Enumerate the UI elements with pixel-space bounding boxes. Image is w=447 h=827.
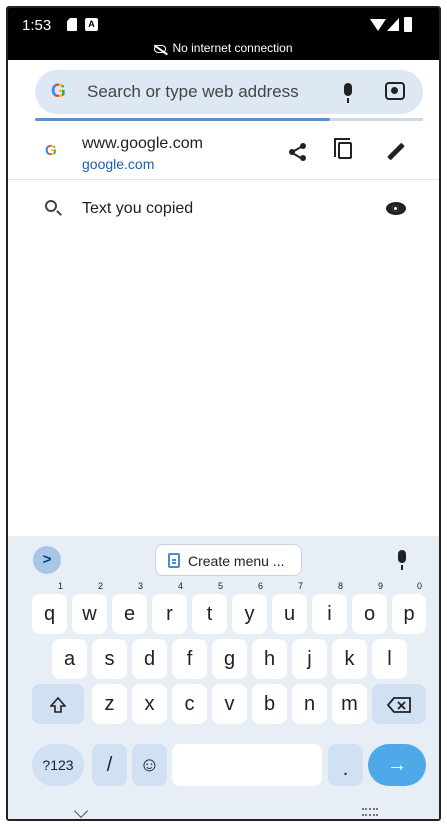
omnibox-input[interactable] (87, 80, 337, 104)
google-logo-icon: G (51, 81, 66, 102)
suggestion-copied-label: Text you copied (82, 200, 194, 217)
key-b[interactable]: b (252, 684, 287, 724)
key-o[interactable]: o9 (352, 582, 387, 634)
clipboard-icon (168, 553, 180, 568)
suggestion-url: google.com (82, 156, 155, 172)
status-bar: 1:53 A No internet connection (8, 8, 439, 60)
connection-status: No internet connection (8, 41, 439, 55)
cloud-off-icon (154, 44, 167, 53)
key-t[interactable]: t5 (192, 582, 227, 634)
search-icon (45, 200, 57, 212)
cell-signal-icon (387, 18, 399, 31)
shift-key[interactable] (32, 684, 84, 724)
backspace-icon (386, 696, 411, 713)
google-favicon-icon: G (45, 142, 57, 159)
clipboard-suggestion-chip[interactable]: Create menu ... (155, 544, 302, 576)
key-q[interactable]: q1 (32, 582, 67, 634)
connection-status-text: No internet connection (172, 41, 293, 55)
key-y[interactable]: y6 (232, 582, 267, 634)
edit-pencil-icon[interactable] (387, 142, 405, 161)
key-n[interactable]: n (292, 684, 327, 724)
key-w[interactable]: w2 (72, 582, 107, 634)
suggestion-google[interactable]: G www.google.com google.com (8, 126, 439, 180)
page-load-progress-track (330, 118, 423, 121)
key-l[interactable]: l (372, 639, 407, 679)
keyboard-nav-bar (8, 802, 439, 819)
chip-label: Create menu ... (188, 553, 285, 569)
emoji-icon: ☺ (139, 754, 160, 776)
key-z[interactable]: z (92, 684, 127, 724)
key-k[interactable]: k (332, 639, 367, 679)
keyboard-expand-button[interactable]: > (33, 546, 61, 574)
collapse-keyboard-icon[interactable] (73, 803, 89, 819)
key-m[interactable]: m (332, 684, 367, 724)
wifi-icon (370, 19, 386, 31)
shift-icon (50, 696, 66, 713)
key-g[interactable]: g (212, 639, 247, 679)
key-u[interactable]: u7 (272, 582, 307, 634)
key-p[interactable]: p0 (392, 582, 426, 634)
key-f[interactable]: f (172, 639, 207, 679)
symbols-key[interactable]: ?123 (32, 744, 84, 786)
enter-key[interactable]: → (368, 744, 426, 786)
backspace-key[interactable] (372, 684, 426, 724)
key-r[interactable]: r4 (152, 582, 187, 634)
on-screen-keyboard: > Create menu ... q1 w2 e3 r4 t5 y6 u7 i… (8, 536, 439, 819)
keyboard-toolbar: > Create menu ... (8, 536, 439, 584)
copy-icon[interactable] (334, 138, 352, 159)
suggestion-copied-text[interactable]: Text you copied (8, 186, 439, 234)
key-x[interactable]: x (132, 684, 167, 724)
share-icon[interactable] (289, 143, 307, 161)
key-h[interactable]: h (252, 639, 287, 679)
page-load-progress (35, 118, 330, 121)
sim-card-icon (67, 18, 77, 31)
notification-a-icon: A (85, 18, 98, 31)
keyboard-mic-icon[interactable] (398, 550, 406, 570)
battery-icon (404, 17, 412, 32)
key-c[interactable]: c (172, 684, 207, 724)
emoji-key[interactable]: ☺ (132, 744, 167, 786)
status-time: 1:53 (22, 17, 52, 34)
key-e[interactable]: e3 (112, 582, 147, 634)
keyboard-switch-icon[interactable] (362, 808, 378, 816)
voice-search-icon[interactable] (344, 83, 352, 103)
phone-screen: 1:53 A No internet connection G G www.go… (6, 6, 441, 821)
lens-camera-icon[interactable] (385, 82, 405, 100)
slash-key[interactable]: / (92, 744, 127, 786)
period-key[interactable]: . (328, 744, 363, 786)
address-bar[interactable]: G (35, 70, 423, 114)
reveal-eye-icon[interactable] (386, 202, 406, 215)
key-s[interactable]: s (92, 639, 127, 679)
suggestion-title: www.google.com (82, 135, 203, 152)
space-key[interactable] (172, 744, 322, 786)
key-d[interactable]: d (132, 639, 167, 679)
key-a[interactable]: a (52, 639, 87, 679)
key-j[interactable]: j (292, 639, 327, 679)
key-i[interactable]: i8 (312, 582, 347, 634)
key-v[interactable]: v (212, 684, 247, 724)
